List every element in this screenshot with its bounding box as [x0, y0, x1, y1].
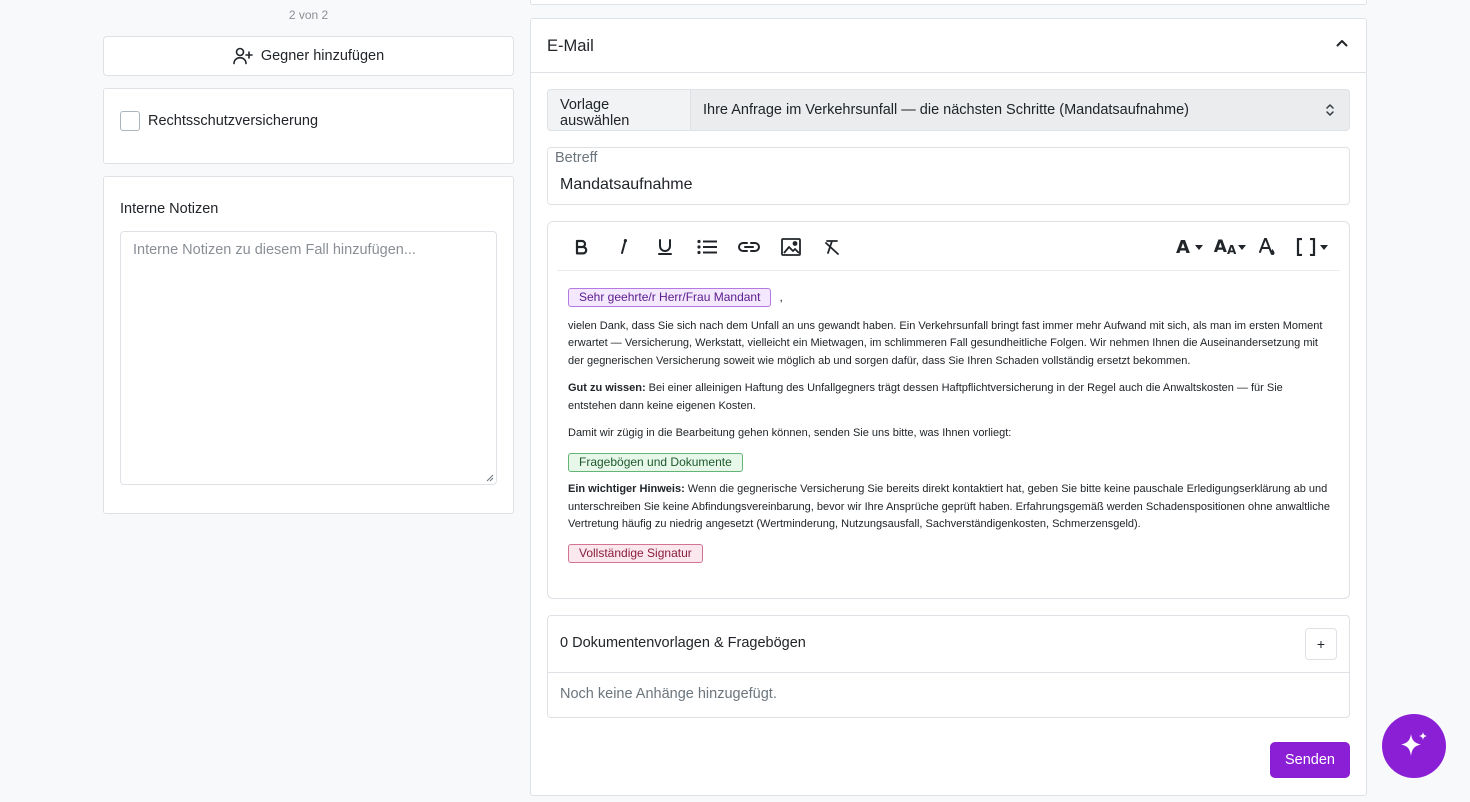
pagination-indicator: 2 von 2 — [288, 8, 329, 22]
font-icon-glyph: A — [1176, 236, 1190, 258]
template-select-label: Vorlage auswählen — [560, 97, 630, 129]
user-plus-icon — [233, 47, 253, 65]
template-select-value: Ihre Anfrage im Verkehrsunfall — die näc… — [703, 102, 1190, 118]
font-size-icon[interactable]: AA — [1212, 236, 1238, 258]
email-header[interactable]: E-Mail — [531, 19, 1366, 73]
signature-placeholder-chip[interactable]: Vollständige Signatur — [568, 543, 703, 563]
sparkles-icon — [1397, 729, 1431, 763]
font-caret-icon[interactable] — [1195, 245, 1203, 250]
salutation-comma: , — [779, 290, 783, 304]
link-icon[interactable] — [738, 236, 760, 258]
body-paragraph-intro: vielen Dank, dass Sie sich nach dem Unfa… — [568, 319, 1323, 367]
attachments-title: 0 Dokumentenvorlagen & Fragebögen — [560, 635, 806, 651]
brackets-caret-icon[interactable] — [1320, 245, 1328, 250]
subject-label: Betreff — [555, 150, 598, 166]
body-paragraph-important: Ein wichtiger Hinweis: Wenn die gegneris… — [568, 481, 1331, 534]
template-select[interactable]: Ihre Anfrage im Verkehrsunfall — die näc… — [690, 90, 1349, 130]
add-opponent-label: Gegner hinzufügen — [260, 48, 385, 64]
email-body[interactable]: Sehr geehrte/r Herr/Frau Mandant , viele… — [568, 288, 1331, 572]
internal-notes-title: Interne Notizen — [120, 201, 219, 217]
font-icon[interactable]: A — [1172, 236, 1194, 258]
subject-value[interactable]: Mandatsaufnahme — [560, 176, 693, 194]
email-editor[interactable]: A AA Sehr geehrte/r Herr/Frau Mandant , … — [547, 221, 1350, 599]
internal-notes-placeholder: Interne Notizen zu diesem Fall hinzufüge… — [133, 242, 416, 258]
insurance-checkbox-row[interactable]: Rechtsschutzversicherung — [120, 111, 318, 131]
signature-row: Vollständige Signatur — [568, 543, 1331, 564]
attachments-empty-text: Noch keine Anhänge hinzugefügt. — [560, 686, 777, 702]
add-attachment-button[interactable]: + — [1305, 628, 1337, 660]
subject-field[interactable]: Betreff Mandatsaufnahme — [547, 147, 1350, 205]
insurance-label: Rechtsschutzversicherung — [148, 113, 319, 129]
bold-icon[interactable] — [570, 236, 592, 258]
send-button[interactable]: Senden — [1270, 742, 1350, 778]
italic-icon[interactable] — [612, 236, 634, 258]
documents-placeholder-chip[interactable]: Fragebögen und Dokumente — [568, 452, 743, 472]
font-size-caret-icon[interactable] — [1238, 245, 1246, 250]
important-note-label: Ein wichtiger Hinweis: — [568, 483, 685, 495]
email-title: E-Mail — [547, 37, 594, 55]
email-card: E-Mail Vorlage auswählen Ihre Anfrage im… — [530, 18, 1367, 796]
attachments-section: 0 Dokumentenvorlagen & Fragebögen + Noch… — [547, 615, 1350, 718]
clear-format-icon[interactable] — [822, 236, 844, 258]
add-opponent-button[interactable]: Gegner hinzufügen — [103, 36, 514, 76]
template-select-group: Vorlage auswählen Ihre Anfrage im Verkeh… — [547, 89, 1350, 131]
brackets-icon[interactable] — [1295, 236, 1317, 258]
documents-row: Fragebögen und Dokumente — [568, 452, 1331, 473]
body-paragraph-request: Damit wir zügig in die Bearbeitung gehen… — [568, 427, 1012, 439]
insurance-card: Rechtsschutzversicherung — [103, 88, 514, 164]
select-arrows-icon — [1325, 103, 1335, 117]
internal-notes-card: Interne Notizen Interne Notizen zu diese… — [103, 176, 514, 514]
good-to-know-label: Gut zu wissen: — [568, 382, 646, 394]
chevron-up-icon[interactable] — [1336, 39, 1348, 47]
insurance-checkbox[interactable] — [120, 111, 140, 131]
salutation-row: Sehr geehrte/r Herr/Frau Mandant , — [568, 288, 1331, 308]
font-size-glyph-small: A — [1226, 242, 1237, 257]
resize-grip-icon[interactable] — [486, 474, 494, 482]
text-color-icon[interactable] — [1256, 236, 1278, 258]
image-icon[interactable] — [780, 236, 802, 258]
underline-icon[interactable] — [654, 236, 676, 258]
editor-toolbar: A AA — [557, 222, 1340, 271]
salutation-placeholder-chip[interactable]: Sehr geehrte/r Herr/Frau Mandant — [568, 288, 772, 307]
attachments-divider — [548, 672, 1349, 673]
ai-assistant-button[interactable] — [1382, 714, 1446, 778]
body-paragraph-good-to-know: Gut zu wissen: Bei einer alleinigen Haft… — [568, 380, 1331, 415]
font-size-glyph-large: A — [1213, 237, 1227, 257]
previous-card-edge — [530, 0, 1367, 5]
internal-notes-textarea[interactable]: Interne Notizen zu diesem Fall hinzufüge… — [120, 231, 497, 485]
bullet-list-icon[interactable] — [696, 236, 718, 258]
good-to-know-text: Bei einer alleinigen Haftung des Unfallg… — [568, 382, 1283, 412]
